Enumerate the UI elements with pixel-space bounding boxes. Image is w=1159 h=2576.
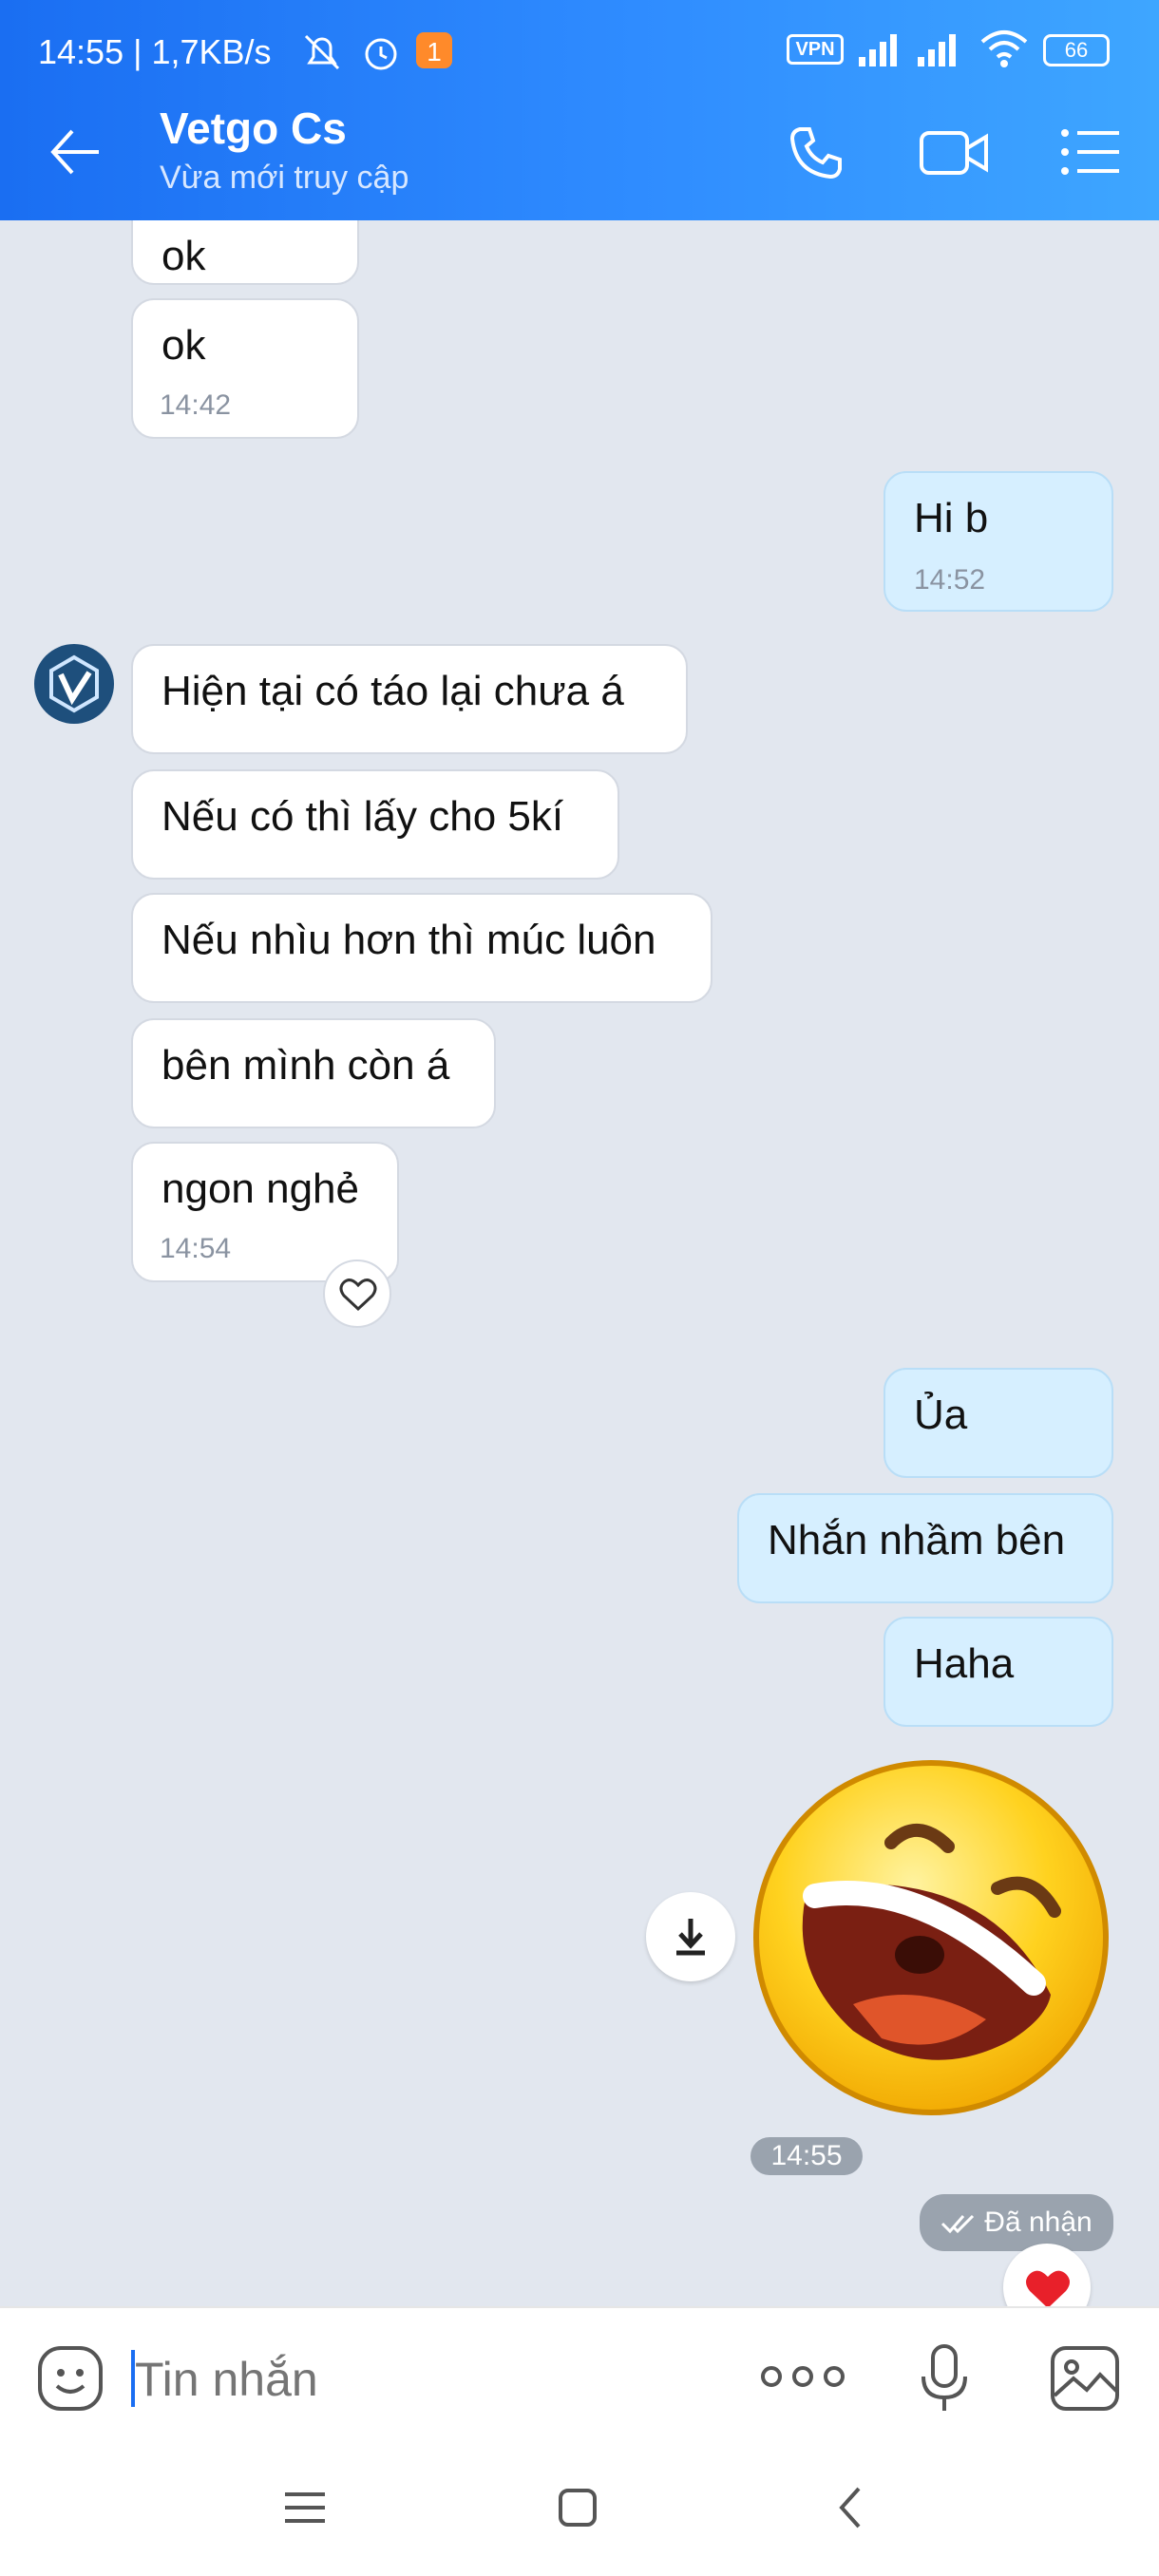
message-time: 14:54 xyxy=(160,1233,232,1264)
chat-title[interactable]: Vetgo Cs xyxy=(160,103,347,154)
chat-area[interactable]: ok ok 14:42 Hi b 14:52 Hiện tại có táo l… xyxy=(0,220,1159,2306)
message-input[interactable] xyxy=(133,2340,707,2418)
download-button[interactable] xyxy=(646,1892,735,1981)
message-bubble-outgoing[interactable]: Ủa xyxy=(884,1368,1113,1478)
app-badge-icon: 1 xyxy=(412,28,456,72)
message-text: Nếu có thì lấy cho 5kí xyxy=(162,793,564,840)
recent-apps-icon[interactable] xyxy=(283,2489,327,2527)
wifi-icon xyxy=(978,27,1030,70)
alarm-icon xyxy=(359,30,403,74)
message-text: Ủa xyxy=(914,1392,968,1438)
message-text: Hiện tại có táo lại chưa á xyxy=(162,668,624,714)
vpn-badge: VPN xyxy=(787,34,844,65)
microphone-icon[interactable] xyxy=(918,2342,971,2415)
svg-text:1: 1 xyxy=(427,37,442,66)
message-bubble[interactable]: ok xyxy=(131,220,359,285)
laughing-sticker-icon[interactable] xyxy=(749,1755,1113,2120)
react-heart-button[interactable] xyxy=(323,1260,391,1328)
delivery-status: Đã nhận xyxy=(920,2194,1113,2251)
back-arrow-icon[interactable] xyxy=(46,122,106,182)
download-icon xyxy=(671,1915,711,1959)
message-bubble[interactable]: Nếu có thì lấy cho 5kí xyxy=(131,769,619,880)
double-check-icon xyxy=(940,2212,978,2235)
heart-reaction[interactable] xyxy=(1003,2244,1091,2306)
signal-icon-2 xyxy=(914,28,967,70)
message-input-bar xyxy=(0,2306,1159,2443)
message-text: Nhắn nhầm bên xyxy=(768,1517,1066,1563)
back-nav-icon[interactable] xyxy=(836,2485,864,2530)
emoji-sticker-icon[interactable] xyxy=(34,2342,106,2415)
message-text: Haha xyxy=(914,1640,1015,1687)
message-bubble-outgoing[interactable]: Nhắn nhầm bên xyxy=(737,1493,1113,1603)
phone-icon[interactable] xyxy=(785,122,847,184)
message-bubble-outgoing[interactable]: Haha xyxy=(884,1617,1113,1727)
message-bubble[interactable]: bên mình còn á xyxy=(131,1018,496,1128)
message-time: 14:52 xyxy=(914,564,986,596)
chat-subtitle: Vừa mới truy cập xyxy=(160,160,409,196)
signal-icon xyxy=(855,28,908,70)
system-nav-bar xyxy=(0,2441,1159,2576)
video-call-icon[interactable] xyxy=(918,122,990,184)
home-icon[interactable] xyxy=(557,2487,598,2529)
message-text: ok xyxy=(162,322,206,369)
heart-filled-icon xyxy=(1022,2266,1074,2306)
message-bubble[interactable]: Hiện tại có táo lại chưa á xyxy=(131,644,688,754)
menu-list-icon[interactable] xyxy=(1060,125,1123,179)
delivery-status-text: Đã nhận xyxy=(984,2207,1092,2238)
message-text: Nếu nhìu hơn thì múc luôn xyxy=(162,917,656,963)
message-text: Hi b xyxy=(914,495,989,541)
message-bubble[interactable]: Nếu nhìu hơn thì múc luôn xyxy=(131,893,712,1003)
status-time-speed: 14:55 | 1,7KB/s xyxy=(38,32,272,71)
sticker-time: 14:55 xyxy=(750,2137,863,2175)
avatar[interactable] xyxy=(34,644,114,724)
more-options-icon[interactable] xyxy=(760,2358,846,2396)
message-time: 14:42 xyxy=(160,389,232,421)
message-text: ngon nghẻ xyxy=(162,1165,359,1212)
battery-indicator: 66 xyxy=(1043,34,1110,66)
notification-off-icon xyxy=(300,30,344,74)
heart-outline-icon xyxy=(338,1277,378,1313)
message-text: bên mình còn á xyxy=(162,1042,450,1089)
gallery-image-icon[interactable] xyxy=(1049,2344,1121,2413)
top-bar: 14:55 | 1,7KB/s 1 VPN 66 Vetgo Cs Vừa mớ… xyxy=(0,0,1159,220)
message-text: ok xyxy=(162,233,206,279)
